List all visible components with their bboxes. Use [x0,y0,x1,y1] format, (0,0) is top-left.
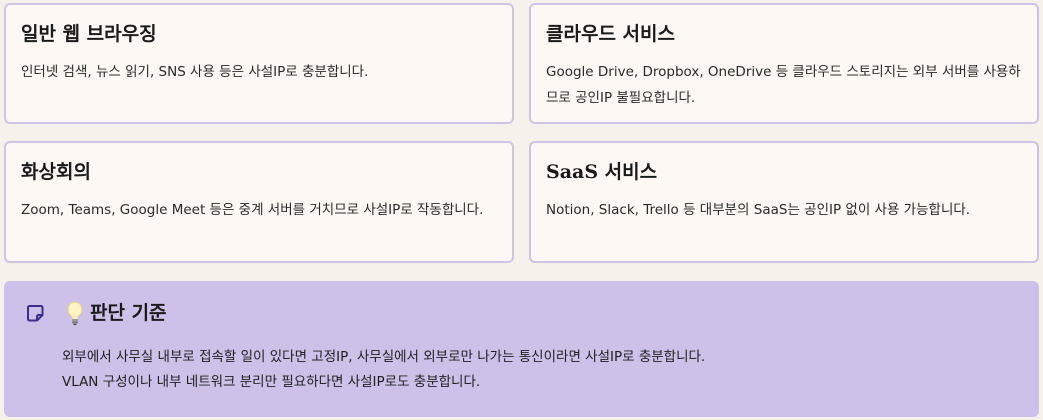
card-description: Google Drive, Dropbox, OneDrive 등 클라우드 스… [546,64,1021,106]
callout-line: VLAN 구성이나 내부 네트워크 분리만 필요하다면 사설IP로도 충분합니다… [62,374,481,390]
card-description: 인터넷 검색, 뉴스 읽기, SNS 사용 등은 사설IP로 충분합니다. [21,64,369,80]
callout-title: 판단 기준 [90,302,167,324]
criteria-callout: 판단 기준 외부에서 사무실 내부로 접속할 일이 있다면 고정IP, 사무실에… [4,281,1039,417]
card-title: 화상회의 [21,161,91,183]
card-title: 일반 웹 브라우징 [21,23,157,45]
callout-line: 외부에서 사무실 내부로 접속할 일이 있다면 고정IP, 사무실에서 외부로만… [62,349,706,365]
card-title: 클라우드 서비스 [546,23,675,45]
callout-header: 판단 기준 [64,300,167,326]
card-description: Zoom, Teams, Google Meet 등은 중계 서버를 거치므로 … [21,202,484,218]
card-video-conference: 화상회의 Zoom, Teams, Google Meet 등은 중계 서버를 … [4,141,514,263]
card-description: Notion, Slack, Trello 등 대부분의 SaaS는 공인IP … [546,202,971,218]
card-title: SaaS 서비스 [546,161,658,183]
card-cloud-service: 클라우드 서비스 Google Drive, Dropbox, OneDrive… [529,3,1039,124]
note-icon [27,305,44,322]
card-saas-service: SaaS 서비스 Notion, Slack, Trello 등 대부분의 Sa… [529,141,1039,263]
card-web-browsing: 일반 웹 브라우징 인터넷 검색, 뉴스 읽기, SNS 사용 등은 사설IP로… [4,3,514,124]
lightbulb-icon [67,301,83,326]
callout-body: 외부에서 사무실 내부로 접속할 일이 있다면 고정IP, 사무실에서 외부로만… [62,345,705,395]
